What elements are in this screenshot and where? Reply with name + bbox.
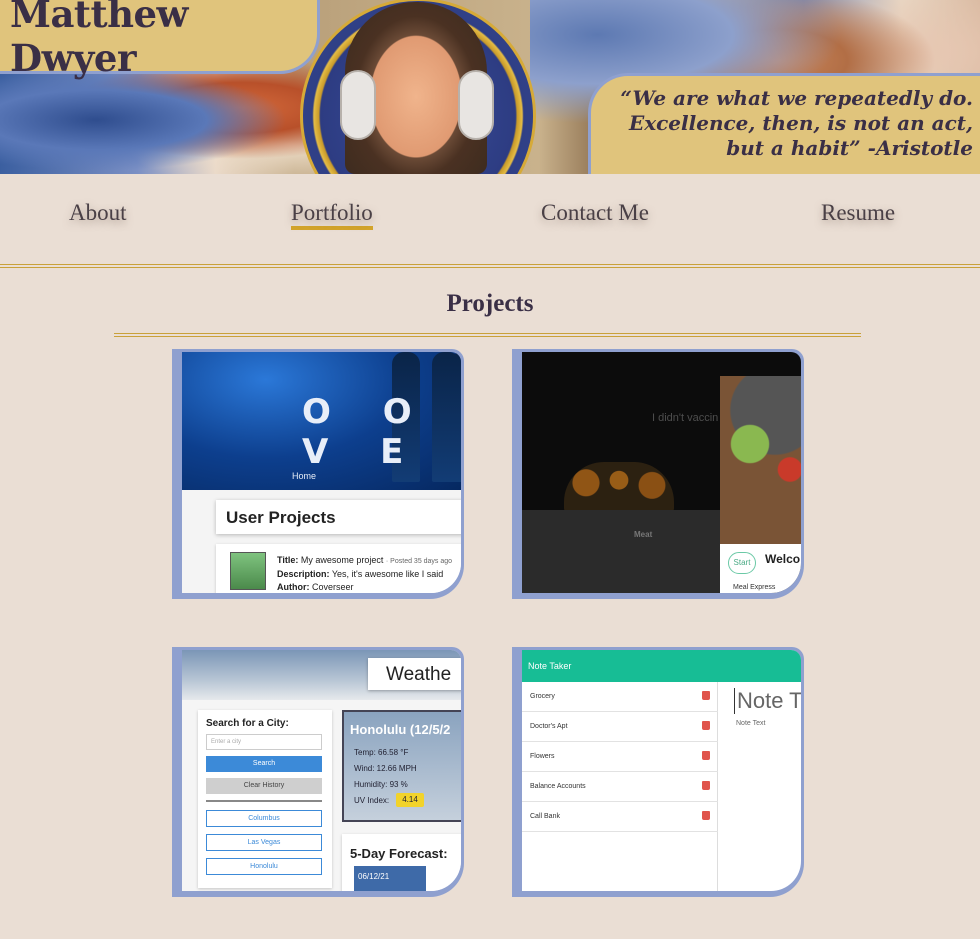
footer-brand: Meal Express [733, 584, 776, 591]
main-nav: About Portfolio Contact Me Resume [0, 174, 980, 266]
search-input: Enter a city [206, 734, 322, 750]
nav-contact-me[interactable]: Contact Me [541, 200, 649, 226]
meta-author-label: Author: [277, 582, 310, 592]
temp-stat: Temp: 66.58 °F [354, 748, 409, 757]
menu-item-meat: Meat [634, 530, 653, 539]
list-item: Call Bank [522, 802, 718, 832]
nav-resume[interactable]: Resume [821, 200, 895, 226]
menu-panel [522, 510, 720, 593]
project-card-weather[interactable]: Weathe Search for a City: Enter a city S… [172, 647, 464, 897]
headphone-right-icon [458, 70, 494, 140]
projects-divider [114, 333, 861, 337]
list-item: Balance Accounts [522, 772, 718, 802]
note-label: Flowers [530, 753, 555, 760]
project-screenshot: Note Taker Grocery Doctor's Apt Flowers … [522, 650, 801, 891]
weather-title: Weathe [368, 658, 461, 690]
meta-posted: · Posted 35 days ago [385, 558, 453, 565]
list-item: Grocery [522, 682, 718, 712]
wind-stat: Wind: 12.66 MPH [354, 764, 417, 773]
list-item: Flowers [522, 742, 718, 772]
project-card-meal-express[interactable]: I didn't vaccin Meat Start Welco Meal Ex… [512, 349, 804, 599]
trash-icon [702, 691, 710, 700]
panel-heading: User Projects [226, 508, 336, 527]
search-button: Search [206, 756, 322, 772]
name-banner: Matthew Dwyer [0, 0, 320, 80]
hero-quote: I didn't vaccin [652, 412, 719, 424]
clear-history-button: Clear History [206, 778, 322, 794]
project-card-note-taker[interactable]: Note Taker Grocery Doctor's Apt Flowers … [512, 647, 804, 897]
note-label: Grocery [530, 693, 555, 700]
headphone-left-icon [340, 70, 376, 140]
meta-title-label: Title: [277, 555, 299, 565]
note-text-input: Note Text [736, 720, 766, 727]
app-topbar: Note Taker [522, 650, 801, 682]
projects-heading: Projects [446, 290, 534, 317]
note-label: Balance Accounts [530, 783, 586, 790]
uv-label: UV Index: [354, 796, 390, 805]
humidity-stat: Humidity: 93 % [354, 780, 408, 789]
divider [206, 800, 322, 802]
trash-icon [702, 751, 710, 760]
project-screenshot: O O V E Home User Projects Title: My awe… [182, 352, 461, 593]
site-title: Matthew Dwyer [10, 0, 188, 80]
search-label: Search for a City: [206, 718, 289, 729]
history-city: Las Vegas [206, 834, 322, 851]
forecast-day: 06/12/21 [354, 866, 426, 891]
avatar [230, 552, 266, 590]
meta-author-value: Coverseer [312, 582, 354, 592]
trash-icon [702, 781, 710, 790]
header-quote: “We are what we repeatedly do. Excellenc… [620, 86, 973, 160]
history-city: Columbus [206, 810, 322, 827]
current-city-title: Honolulu (12/5/2 [350, 722, 451, 737]
meta-desc-label: Description: [277, 569, 330, 579]
notes-list: Grocery Doctor's Apt Flowers Balance Acc… [522, 682, 718, 891]
forecast-title: 5-Day Forecast: [350, 846, 448, 861]
oranges-image [564, 462, 674, 514]
nav-portfolio[interactable]: Portfolio [291, 200, 373, 230]
project-screenshot: I didn't vaccin Meat Start Welco Meal Ex… [522, 352, 801, 593]
history-city: Honolulu [206, 858, 322, 875]
app-title: Note Taker [528, 661, 572, 671]
meta-desc-value: Yes, it's awesome like I said [331, 569, 444, 579]
project-screenshot: Weathe Search for a City: Enter a city S… [182, 650, 461, 891]
start-button: Start [728, 552, 756, 574]
uv-badge: 4.14 [396, 793, 424, 807]
meta-title-value: My awesome project [300, 555, 384, 565]
food-image [720, 376, 801, 546]
site-header: Matthew Dwyer “We are what we repeatedly… [0, 0, 980, 174]
trash-icon [702, 721, 710, 730]
note-title-input: Note T [734, 688, 801, 714]
project-card-coverseer[interactable]: O O V E Home User Projects Title: My awe… [172, 349, 464, 599]
nav-divider [0, 264, 980, 268]
nav-about[interactable]: About [69, 200, 127, 226]
welcome-heading: Welco [765, 552, 801, 566]
banner-nav-home: Home [292, 471, 317, 481]
banner-logo: O O V E [302, 392, 432, 472]
quote-banner: “We are what we repeatedly do. Excellenc… [588, 73, 980, 174]
trash-icon [702, 811, 710, 820]
note-label: Doctor's Apt [530, 723, 568, 730]
user-projects-panel: User Projects [216, 500, 461, 534]
project-meta: Title: My awesome project · Posted 35 da… [277, 554, 452, 593]
list-item: Doctor's Apt [522, 712, 718, 742]
note-label: Call Bank [530, 813, 560, 820]
